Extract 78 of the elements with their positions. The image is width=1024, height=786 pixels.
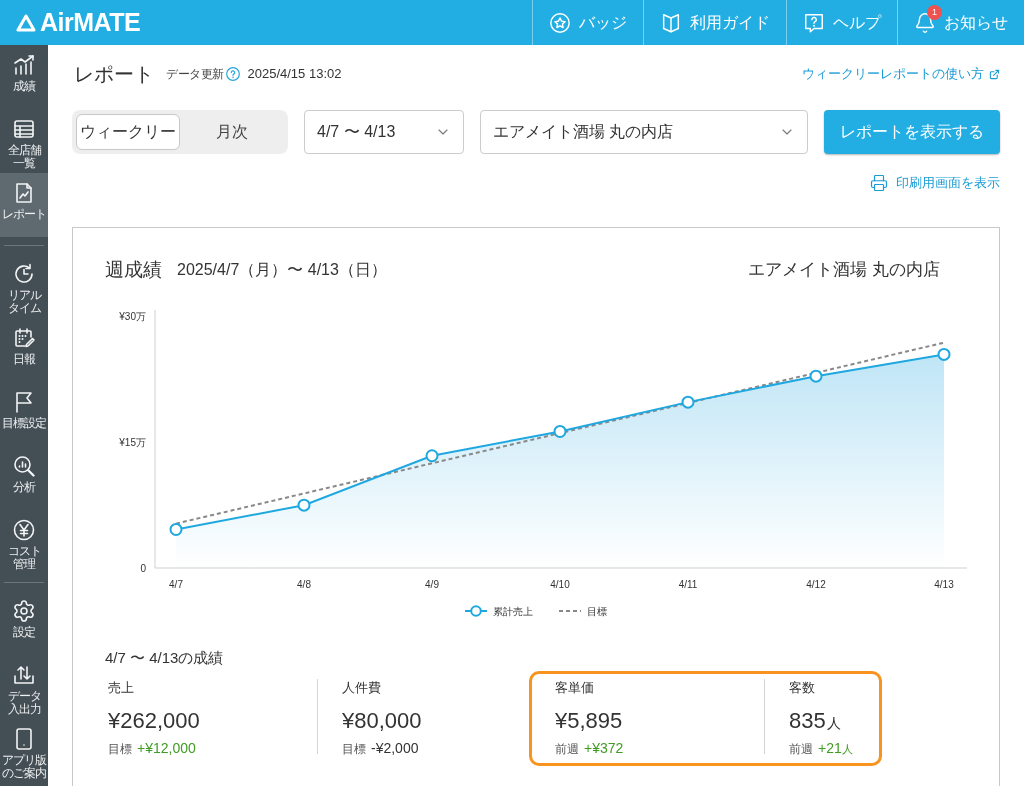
updated-label: データ更新 — [166, 66, 224, 83]
delta-value: +¥12,000 — [137, 739, 196, 758]
yen-icon — [12, 518, 36, 542]
page-title: レポート — [74, 62, 154, 86]
stat-unit: 人 — [826, 714, 841, 733]
settings-icon — [12, 599, 36, 623]
sidebar-nav-item[interactable]: 日報 — [0, 318, 48, 382]
x-tick-label: 4/11 — [678, 579, 698, 590]
x-tick-label: 4/10 — [550, 579, 570, 590]
summary-title: 4/7 〜 4/13の成績 — [105, 648, 225, 668]
magnifier-chart-icon — [12, 454, 36, 478]
book-icon — [660, 11, 682, 34]
report-store-name: エアメイト酒場 丸の内店 — [748, 259, 940, 282]
stat-value: 835 — [789, 707, 826, 735]
stat-label: 売上 — [108, 679, 135, 697]
compare-label: 目標 — [108, 741, 132, 758]
sidebar-nav-item[interactable]: 全店舗一覧 — [0, 109, 48, 173]
data-point — [809, 369, 823, 383]
line-marker-legend-icon — [465, 605, 487, 617]
delta-value: +¥372 — [584, 739, 624, 758]
external-link-icon — [989, 68, 1000, 80]
store-dropdown[interactable]: エアメイト酒場 丸の内店 — [480, 110, 808, 154]
calendar-pen-icon — [12, 326, 36, 350]
compare-label: 前週 — [555, 741, 579, 758]
y-tick-label: ¥30万 — [119, 311, 146, 323]
compare-label: 目標 — [342, 741, 366, 758]
notification-count-badge: 1 — [927, 4, 942, 20]
tray-arrows-icon — [12, 663, 36, 687]
data-point — [553, 424, 567, 438]
y-tick-label: 0 — [140, 562, 146, 574]
sidebar-nav-item[interactable]: 分析 — [0, 446, 48, 510]
delta-unit: 人 — [841, 742, 853, 757]
bell-icon — [914, 11, 936, 34]
data-point — [937, 347, 951, 361]
data-point — [169, 522, 183, 536]
date-range-dropdown[interactable]: 4/7 〜 4/13 — [304, 110, 464, 154]
bar-chart-icon — [12, 53, 36, 77]
delta-value: +21 — [818, 739, 842, 758]
sidebar-nav-item[interactable]: アプリ版のご案内 — [0, 719, 48, 783]
star-badge-icon — [549, 11, 571, 34]
sidebar-nav-item[interactable]: 目標設定 — [0, 382, 48, 446]
stat-value: ¥5,895 — [555, 707, 623, 735]
y-tick-label: ¥15万 — [119, 436, 146, 448]
help-icon — [803, 11, 825, 34]
data-point — [297, 498, 311, 512]
app-logo-text: AirMATE — [40, 10, 141, 35]
report-period: 2025/4/7（月）〜 4/13（日） — [177, 260, 387, 280]
help-circle-icon[interactable] — [225, 67, 240, 81]
x-tick-label: 4/8 — [297, 579, 311, 590]
x-tick-label: 4/12 — [806, 579, 826, 590]
legend-label: 目標 — [587, 604, 607, 619]
report-title: 週成績 — [105, 257, 162, 282]
sidebar-nav-item[interactable]: 設定 — [0, 591, 48, 655]
data-point — [681, 395, 695, 409]
sidebar-nav-item[interactable]: データ入出力 — [0, 655, 48, 719]
delta-value: -¥2,000 — [371, 739, 419, 758]
x-tick-label: 4/7 — [169, 579, 183, 590]
table-icon — [12, 117, 36, 141]
stat-label: 客単価 — [555, 679, 595, 697]
sidebar-nav-item[interactable]: レポート — [0, 173, 48, 237]
clock-icon — [12, 262, 36, 286]
printer-icon — [870, 174, 888, 192]
compare-label: 前週 — [789, 741, 813, 758]
period-tab[interactable]: ウィークリー — [76, 114, 180, 150]
x-tick-label: 4/13 — [934, 579, 954, 590]
sidebar-nav-item[interactable]: 成績 — [0, 45, 48, 109]
x-tick-label: 4/9 — [425, 579, 439, 590]
stat-value: ¥80,000 — [342, 707, 422, 735]
stat-label: 人件費 — [342, 679, 382, 697]
logo-triangle-icon — [16, 13, 36, 32]
stat-label: 客数 — [789, 679, 816, 697]
data-point — [425, 449, 439, 463]
updated-timestamp: 2025/4/15 13:02 — [247, 65, 342, 84]
period-tab[interactable]: 月次 — [180, 114, 284, 150]
stat-value: ¥262,000 — [108, 707, 200, 735]
sidebar-nav-item[interactable]: コスト管理 — [0, 510, 48, 574]
legend-label: 累計売上 — [493, 604, 533, 619]
sidebar-nav-item[interactable]: リアルタイム — [0, 254, 48, 318]
